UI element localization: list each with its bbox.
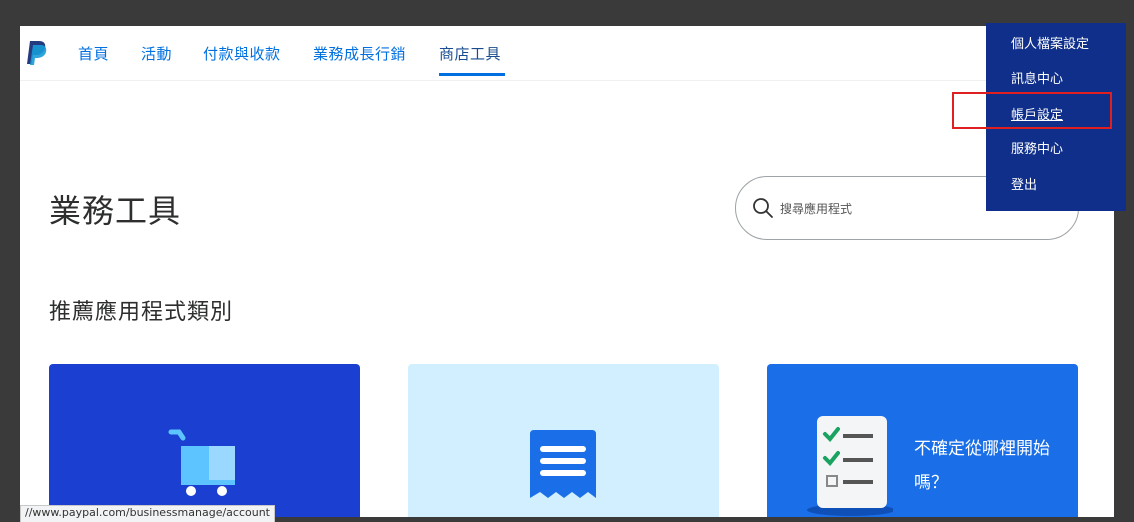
shopping-cart-icon [168, 429, 235, 496]
status-bar-url: //www.paypal.com/businessmanage/account [20, 505, 275, 522]
nav-item-pay-and-get-paid[interactable]: 付款與收款 [203, 43, 281, 64]
menu-item-help-center[interactable]: 服務中心 [1011, 138, 1063, 157]
menu-item-profile-settings[interactable]: 個人檔案設定 [1011, 33, 1089, 52]
highlight-annotation-box [952, 92, 1112, 129]
page-title: 業務工具 [49, 192, 182, 230]
browser-viewport: 首頁 活動 付款與收款 業務成長行銷 商店工具 業務工具 搜尋應用程式 推薦應用… [20, 26, 1114, 517]
receipt-icon [530, 430, 596, 498]
search-icon [753, 198, 773, 218]
menu-item-logout[interactable]: 登出 [1011, 174, 1037, 193]
top-navbar: 首頁 活動 付款與收款 業務成長行銷 商店工具 [20, 26, 1114, 81]
category-card-not-sure[interactable]: 不確定從哪裡開始嗎？ [767, 364, 1078, 517]
window-caption [0, 0, 1134, 26]
checklist-icon [807, 416, 893, 516]
category-card-shopping[interactable] [49, 364, 360, 517]
active-tab-indicator [439, 73, 505, 76]
nav-item-grow-business[interactable]: 業務成長行銷 [313, 43, 406, 64]
nav-item-activity[interactable]: 活動 [141, 43, 172, 64]
card-text-not-sure: 不確定從哪裡開始嗎？ [914, 439, 1050, 493]
category-card-invoicing[interactable] [408, 364, 719, 517]
menu-item-message-center[interactable]: 訊息中心 [1011, 68, 1063, 87]
nav-item-home[interactable]: 首頁 [78, 43, 109, 64]
section-title: 推薦應用程式類別 [49, 300, 234, 325]
nav-item-store-tools[interactable]: 商店工具 [439, 43, 501, 64]
paypal-logo-icon[interactable] [24, 40, 48, 66]
search-placeholder: 搜尋應用程式 [780, 202, 853, 216]
